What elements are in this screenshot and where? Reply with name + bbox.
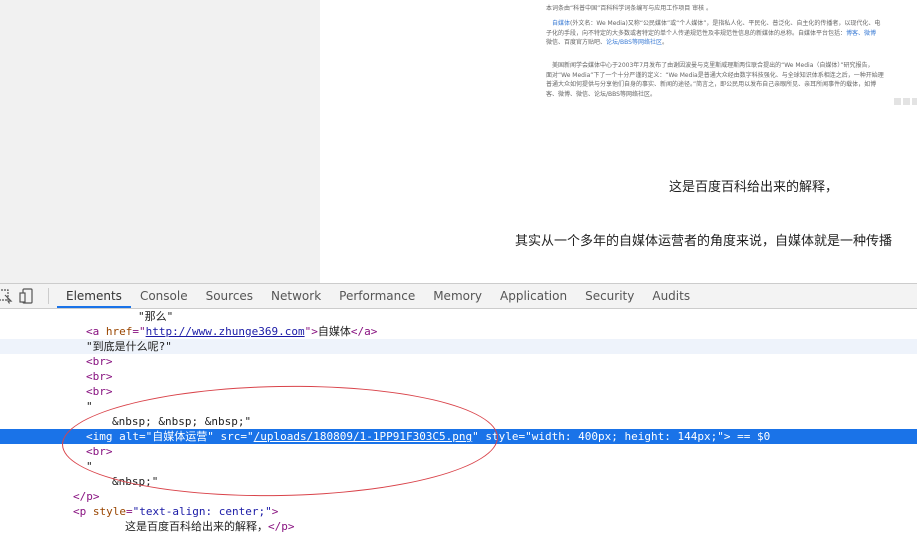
dom-line[interactable]: " (0, 399, 917, 414)
tab-separator (48, 288, 49, 304)
dom-line[interactable]: <br> (0, 384, 917, 399)
left-gray-panel (0, 0, 320, 283)
dom-line[interactable]: <br> (0, 369, 917, 384)
link-blog-weibo[interactable]: 博客、微博 (846, 30, 876, 37)
tab-memory[interactable]: Memory (424, 284, 491, 308)
tab-sources[interactable]: Sources (197, 284, 262, 308)
dom-line[interactable]: "那么" (0, 309, 917, 324)
tab-elements[interactable]: Elements (57, 284, 131, 308)
dom-line[interactable]: "到底是什么呢?" (0, 339, 917, 354)
link-zimeiti[interactable]: 自媒体 (552, 20, 570, 27)
tab-console[interactable]: Console (131, 284, 197, 308)
dom-line[interactable]: " (0, 459, 917, 474)
dom-line[interactable]: </p> (0, 489, 917, 504)
web-page-viewport[interactable]: 本词条由“科普中国”百科科学词条编写与应用工作项目 审核 。 自媒体(外文名：W… (320, 0, 917, 283)
device-toolbar-icon[interactable] (16, 284, 38, 308)
baike-paragraph-1: 自媒体(外文名：We Media)又称“公民媒体”或“个人媒体”，是指私人化、平… (546, 20, 881, 46)
baike-paragraph-2: 美国新闻学会媒体中心于2003年7月发布了由谢因波曼与克里斯威理斯两位联合提出的… (546, 62, 884, 98)
tab-application[interactable]: Application (491, 284, 576, 308)
dom-line[interactable]: &nbsp;" (0, 474, 917, 489)
page-caption: 这是百度百科给出来的解释， (669, 180, 839, 195)
dom-line[interactable]: <br> (0, 354, 917, 369)
tab-performance[interactable]: Performance (330, 284, 424, 308)
inspect-element-icon[interactable] (0, 284, 16, 308)
dom-img-src-link[interactable]: /uploads/180809/1-1PP91F303C5.png (254, 430, 473, 443)
link-forum[interactable]: 论坛/BBS等网络社区 (606, 39, 662, 46)
tab-security[interactable]: Security (576, 284, 643, 308)
dom-line[interactable]: <p style="text-align: center;"> (0, 504, 917, 519)
tab-network[interactable]: Network (262, 284, 330, 308)
baike-review-note: 本词条由“科普中国”百科科学词条编写与应用工作项目 审核 。 (546, 5, 713, 12)
page-body-text: 其实从一个多年的自媒体运营者的角度来说，自媒体就是一种传播 (515, 234, 893, 249)
dom-line[interactable]: 这是百度百科给出来的解释，</p> (0, 519, 917, 534)
dom-line[interactable]: &nbsp; &nbsp; &nbsp;" (0, 414, 917, 429)
dom-link-url[interactable]: http://www.zhunge369.com (146, 325, 305, 338)
dom-line-selected-img[interactable]: <img alt="自媒体运营" src="/uploads/180809/1-… (0, 429, 917, 444)
elements-dom-tree[interactable]: "那么" <a href="http://www.zhunge369.com">… (0, 309, 917, 535)
dom-line[interactable]: <a href="http://www.zhunge369.com">自媒体</… (0, 324, 917, 339)
share-icons (894, 98, 917, 105)
dom-line[interactable]: <br> (0, 444, 917, 459)
devtools-tab-bar: Elements Console Sources Network Perform… (0, 283, 917, 309)
tab-audits[interactable]: Audits (643, 284, 699, 308)
